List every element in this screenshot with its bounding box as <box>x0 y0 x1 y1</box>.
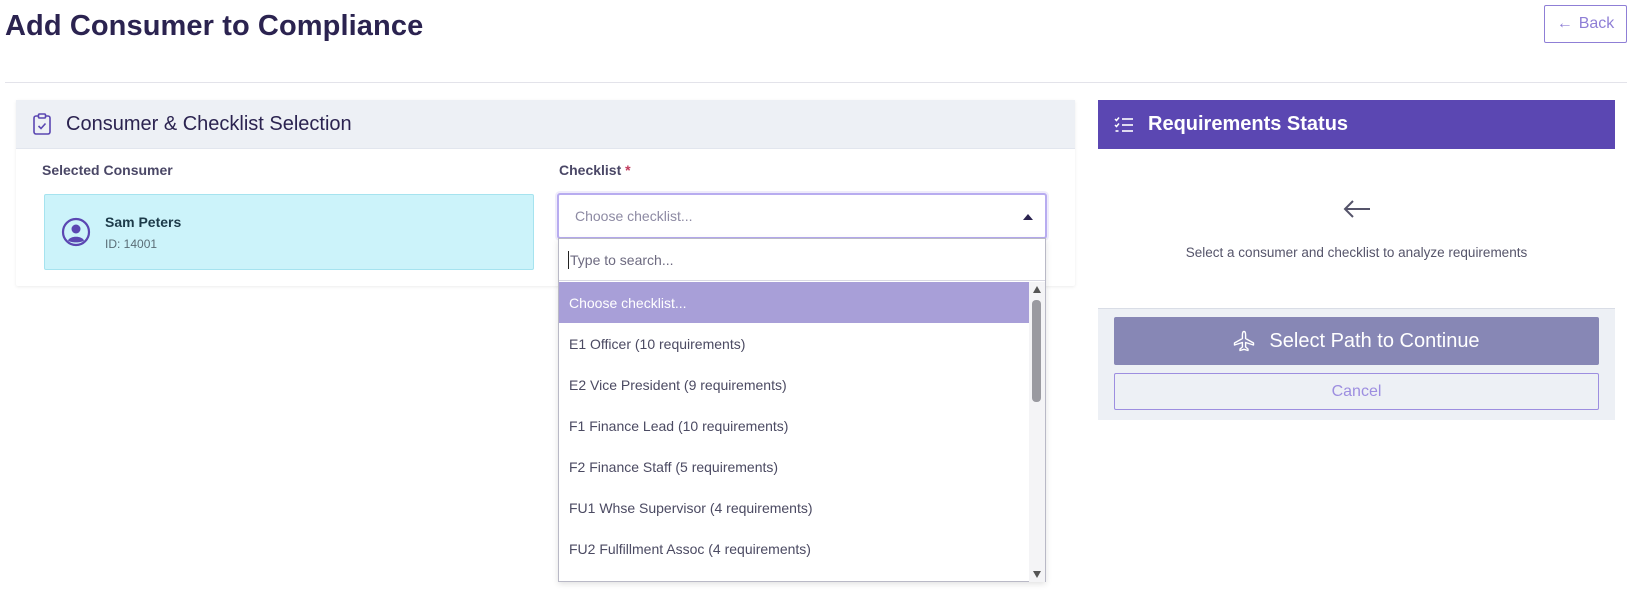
status-empty-message: Select a consumer and checklist to analy… <box>1185 245 1528 260</box>
checklist-select[interactable]: Choose checklist... <box>557 193 1047 239</box>
select-path-label: Select Path to Continue <box>1269 329 1480 352</box>
selected-consumer-label: Selected Consumer <box>42 162 173 178</box>
clipboard-check-icon <box>33 113 51 135</box>
checklist-label: Checklist * <box>559 162 631 178</box>
dropdown-search <box>559 239 1045 281</box>
dropdown-option[interactable]: E2 Vice President (9 requirements) <box>559 364 1030 405</box>
consumer-id: ID: 14001 <box>105 236 158 251</box>
requirements-status-card: Requirements Status Select a consumer an… <box>1098 100 1615 420</box>
back-button[interactable]: ← Back <box>1544 5 1627 43</box>
dropdown-options: Choose checklist... E1 Officer (10 requi… <box>559 282 1030 582</box>
selected-consumer-box: Sam Peters ID: 14001 <box>44 194 534 270</box>
user-circle-icon <box>61 217 91 247</box>
dropdown-search-input[interactable] <box>570 251 1030 268</box>
caret-up-icon <box>1023 214 1033 220</box>
dropdown-option[interactable]: E1 Officer (10 requirements) <box>559 323 1030 364</box>
card-header: Consumer & Checklist Selection <box>16 100 1075 149</box>
checklist-dropdown: Choose checklist... E1 Officer (10 requi… <box>558 238 1046 582</box>
back-label: Back <box>1578 15 1615 32</box>
checklist-select-value: Choose checklist... <box>575 208 693 224</box>
dropdown-option[interactable]: FU1 Whse Supervisor (4 requirements) <box>559 487 1030 528</box>
checklist-label-text: Checklist <box>559 162 622 178</box>
dropdown-option[interactable]: F1 Finance Lead (10 requirements) <box>559 405 1030 446</box>
cancel-button[interactable]: Cancel <box>1114 373 1599 410</box>
left-arrow-icon: ← <box>1556 15 1573 32</box>
list-check-icon <box>1114 116 1133 132</box>
card-title: Consumer & Checklist Selection <box>66 112 352 135</box>
scroll-up-icon[interactable] <box>1033 286 1041 293</box>
status-card-header: Requirements Status <box>1098 100 1615 149</box>
header-divider <box>5 82 1627 83</box>
text-cursor <box>568 250 569 269</box>
dropdown-option[interactable]: Choose checklist... <box>559 282 1030 323</box>
page-title: Add Consumer to Compliance <box>5 10 424 42</box>
required-marker: * <box>625 162 631 178</box>
consumer-name: Sam Peters <box>105 213 182 230</box>
dropdown-option[interactable]: FU2 Fulfillment Assoc (4 requirements) <box>559 528 1030 569</box>
status-card-title: Requirements Status <box>1148 113 1349 135</box>
select-path-button[interactable]: Select Path to Continue <box>1114 317 1599 365</box>
dropdown-option[interactable]: F2 Finance Staff (5 requirements) <box>559 446 1030 487</box>
plane-icon <box>1234 330 1255 352</box>
status-body: Select a consumer and checklist to analy… <box>1098 149 1615 309</box>
left-arrow-icon <box>1343 200 1370 218</box>
dropdown-scrollbar[interactable] <box>1029 282 1045 582</box>
scroll-thumb[interactable] <box>1032 300 1041 402</box>
scroll-down-icon[interactable] <box>1033 571 1041 578</box>
